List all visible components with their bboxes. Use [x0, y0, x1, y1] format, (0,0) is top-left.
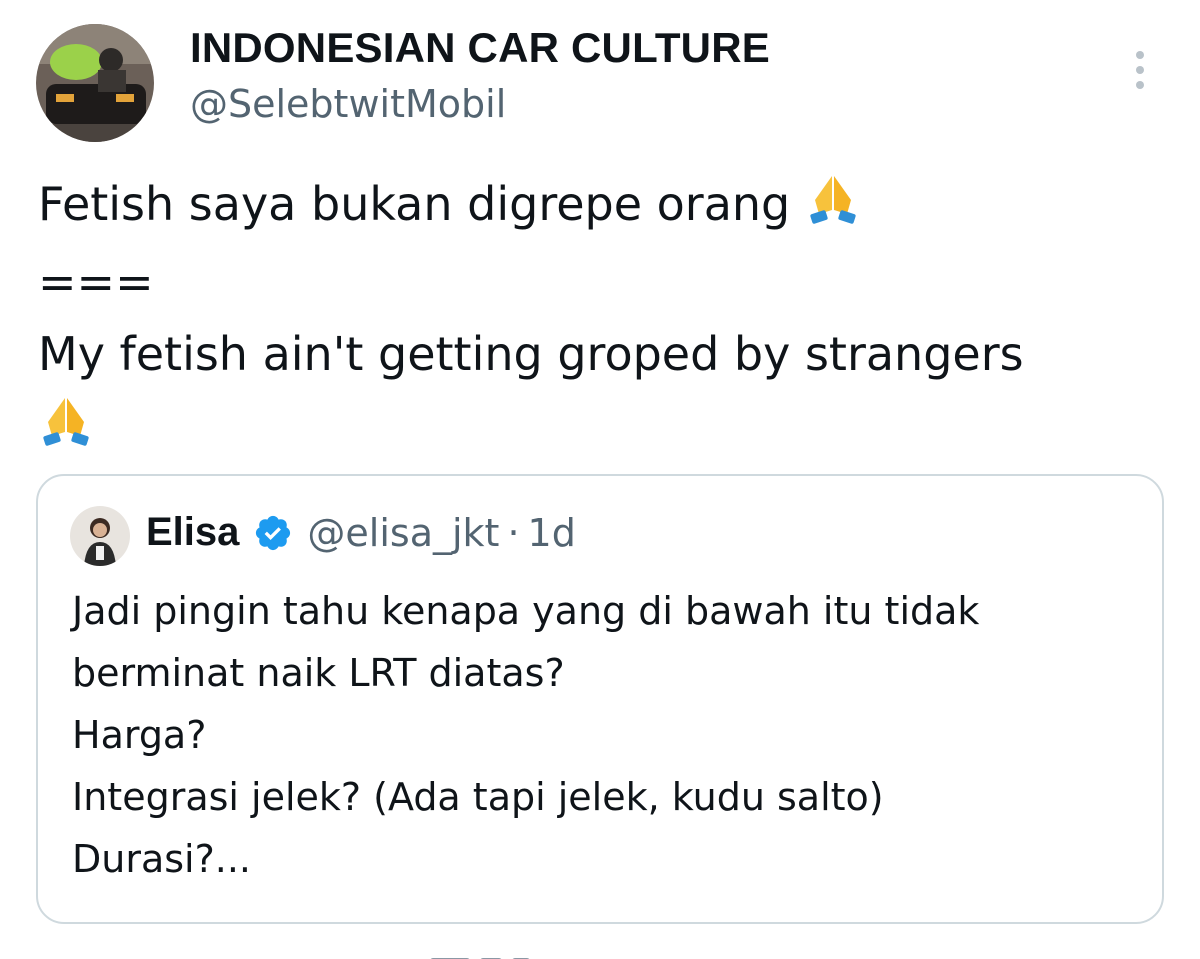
separator-dot: ·: [507, 510, 520, 555]
quoted-line: berminat naik LRT diatas?: [72, 651, 565, 695]
quoted-line: Integrasi jelek? (Ada tapi jelek, kudu s…: [72, 775, 884, 819]
cut-off-content: [420, 950, 620, 959]
more-vertical-icon: [1136, 51, 1144, 89]
quoted-header: Elisa @elisa_jkt · 1d: [146, 510, 576, 555]
quoted-line: Jadi pingin tahu kenapa yang di bawah it…: [72, 589, 980, 633]
tweet-line: My fetish ain't getting groped by strang…: [38, 327, 1024, 381]
tweet-line: Fetish saya bukan digrepe orang: [38, 168, 1168, 246]
quoted-author-avatar[interactable]: [70, 506, 130, 566]
quoted-tweet[interactable]: Elisa @elisa_jkt · 1d Jadi pingin tahu k…: [36, 474, 1164, 924]
author-avatar[interactable]: [36, 24, 154, 142]
pray-emoji-icon: [805, 170, 861, 246]
quoted-author-name[interactable]: Elisa: [146, 510, 239, 555]
verified-badge-icon: [256, 515, 291, 550]
tweet-card: INDONESIAN CAR CULTURE @SelebtwitMobil F…: [0, 0, 1200, 959]
quoted-tweet-text: Jadi pingin tahu kenapa yang di bawah it…: [72, 580, 1132, 890]
tweet-text: Fetish saya bukan digrepe orang === My f…: [38, 168, 1168, 468]
pray-emoji-icon: [38, 392, 94, 468]
tweet-line: ===: [38, 255, 154, 309]
tweet-line: [38, 390, 1168, 468]
more-options-button[interactable]: [1122, 46, 1158, 94]
quoted-timestamp[interactable]: 1d: [528, 511, 576, 555]
quoted-line: Durasi?...: [72, 837, 252, 881]
quoted-author-handle[interactable]: @elisa_jkt: [307, 511, 499, 555]
author-handle[interactable]: @SelebtwitMobil: [190, 82, 506, 126]
author-name[interactable]: INDONESIAN CAR CULTURE: [190, 24, 770, 72]
quoted-line: Harga?: [72, 713, 207, 757]
